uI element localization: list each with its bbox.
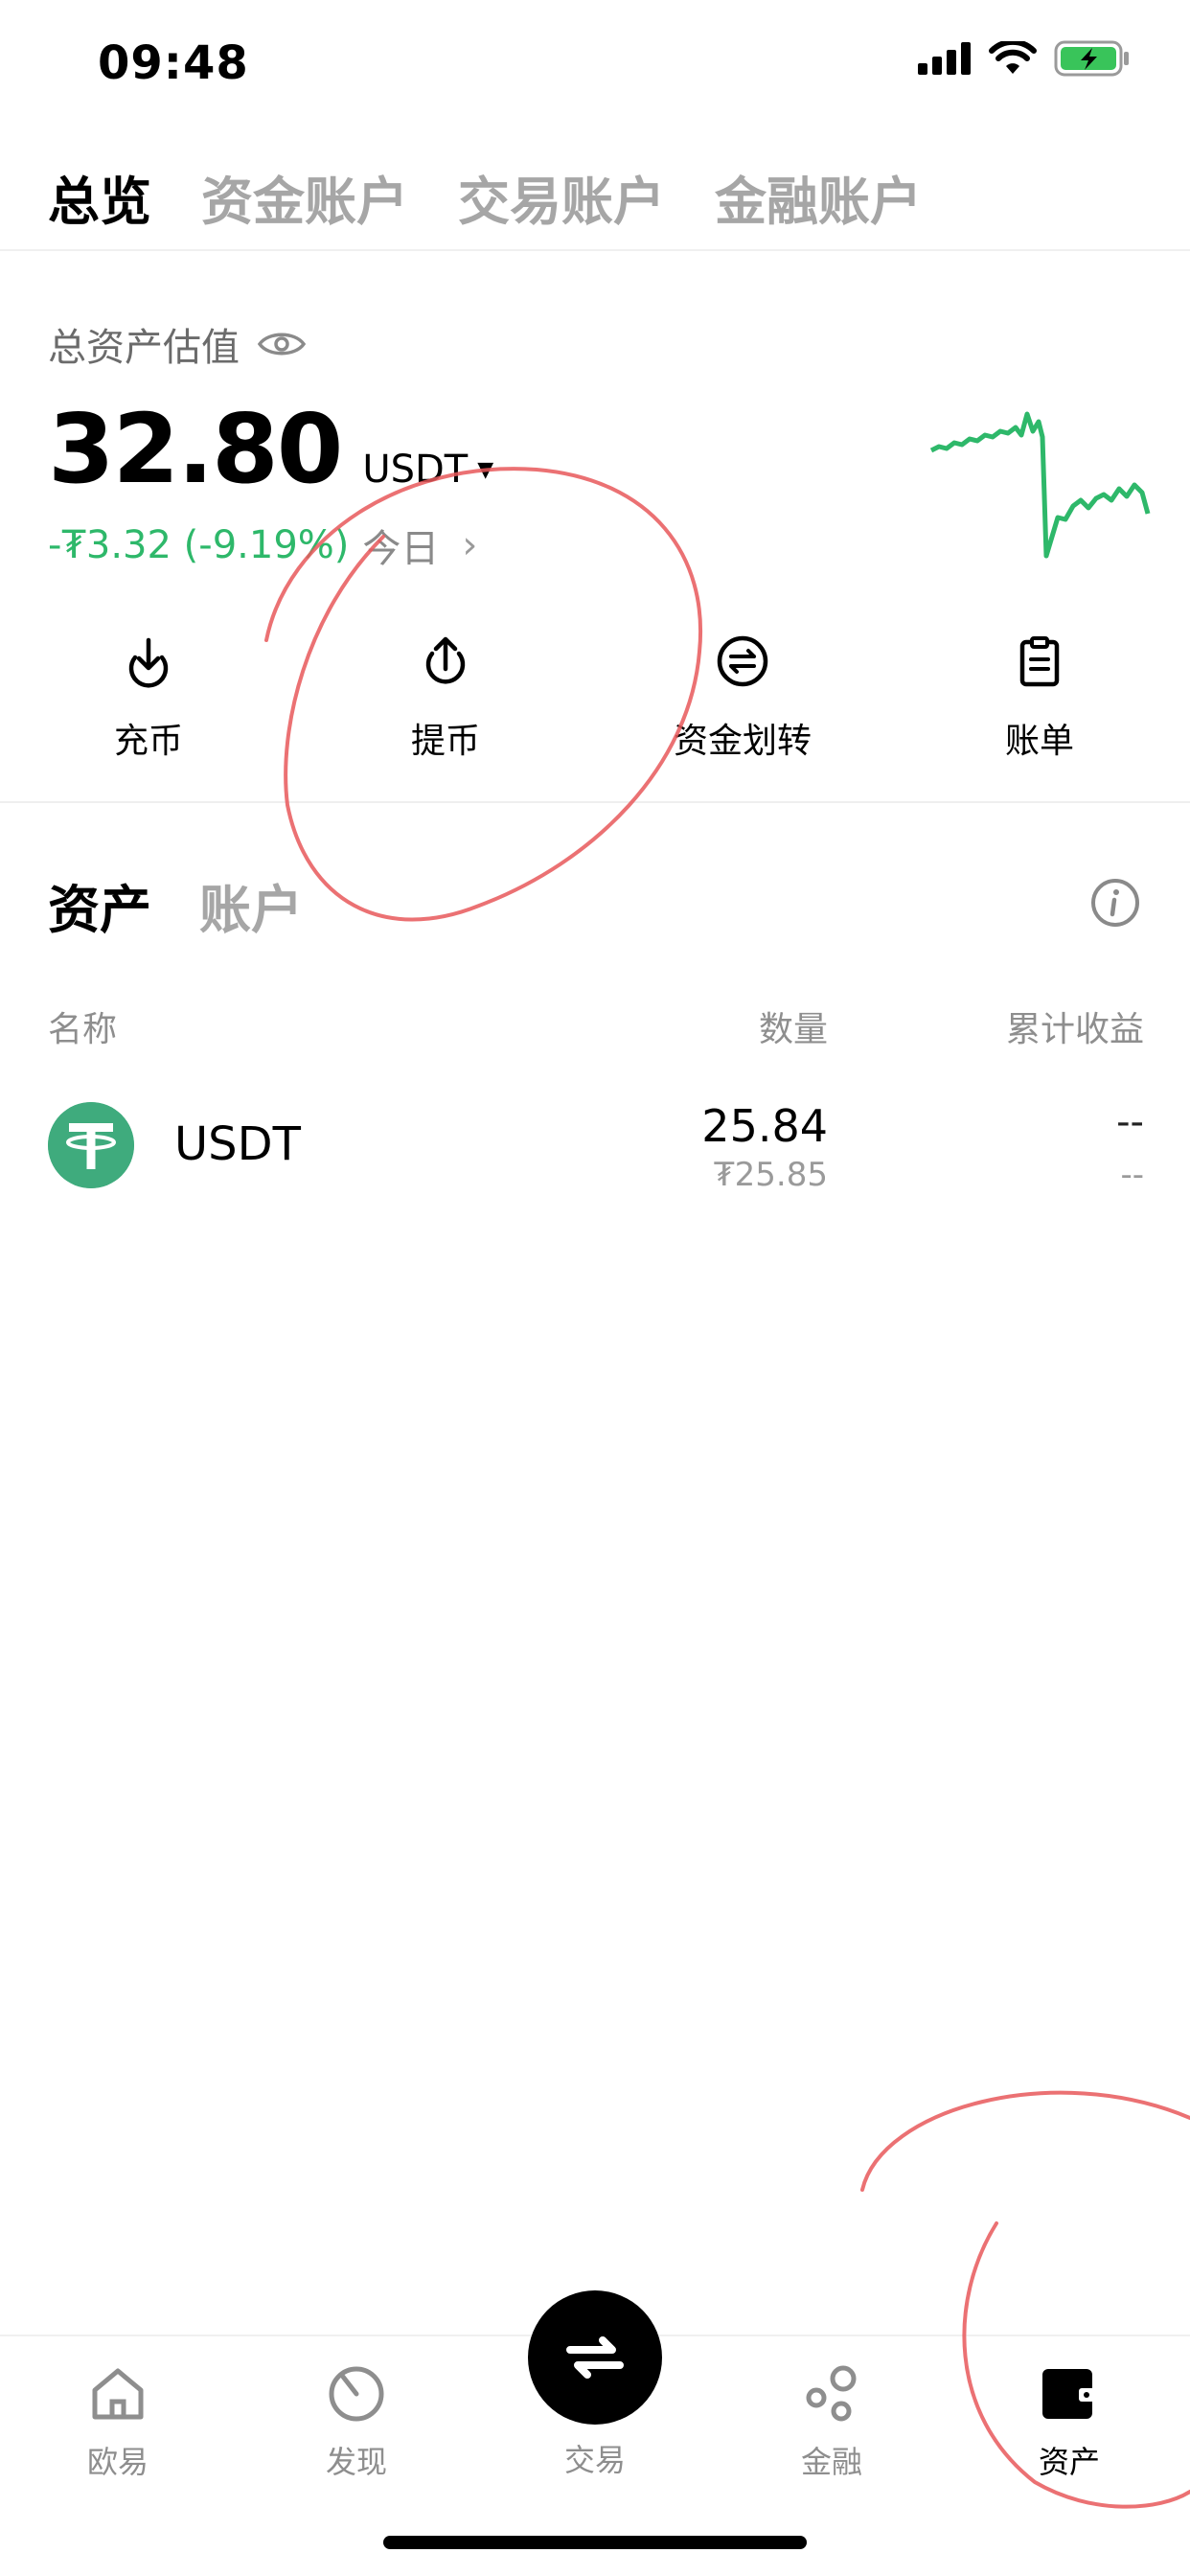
currency-selector[interactable]: USDT ▼ — [362, 448, 493, 492]
column-profit: 累计收益 — [1005, 1010, 1144, 1049]
asset-name: USDT — [174, 1117, 301, 1171]
chevron-right-icon: › — [462, 523, 478, 567]
tab-trading-account[interactable]: 交易账户 — [458, 159, 665, 235]
discover-icon — [329, 2366, 384, 2422]
withdraw-icon — [425, 636, 466, 684]
signal-icon — [918, 42, 971, 75]
nav-trade-label: 交易 — [563, 2442, 626, 2478]
wifi-icon — [989, 41, 1037, 74]
asset-overview: 总资产估值 32.80 USDT ▼ -₮3.32 (-9.19%) 今日 › — [48, 316, 1150, 571]
transfer-button[interactable]: 资金划转 — [594, 632, 891, 776]
nav-assets-label: 资产 — [1038, 2444, 1100, 2480]
nav-finance-label: 金融 — [800, 2444, 862, 2480]
asset-quantity: 25.84 — [701, 1100, 828, 1152]
column-name: 名称 — [48, 1010, 118, 1049]
asset-row-usdt[interactable]: USDT 25.84 ₮25.85 -- -- — [48, 1100, 1144, 1196]
info-icon[interactable] — [1088, 876, 1142, 930]
withdraw-button[interactable]: 提币 — [297, 632, 594, 776]
deposit-label: 充币 — [113, 722, 183, 761]
total-balance: 32.80 — [48, 393, 343, 505]
bill-label: 账单 — [1004, 722, 1074, 761]
swap-icon — [566, 2336, 624, 2379]
transfer-label: 资金划转 — [673, 722, 812, 761]
currency-label: USDT — [362, 448, 469, 492]
wallet-icon — [1042, 2369, 1096, 2419]
quick-actions: 充币 提币 资金划转 账单 — [0, 632, 1190, 776]
transfer-icon — [717, 635, 768, 687]
hand-drawn-annotation — [264, 467, 1190, 2509]
status-bar: 09:48 — [0, 0, 1190, 125]
status-time: 09:48 — [98, 36, 249, 90]
finance-icon — [806, 2365, 857, 2422]
deposit-icon — [128, 637, 169, 688]
caret-down-icon: ▼ — [477, 457, 494, 482]
nav-discover[interactable]: 发现 — [280, 2363, 433, 2482]
total-assets-label-row: 总资产估值 — [48, 316, 1150, 372]
change-value: -₮3.32 (-9.19%) — [48, 523, 350, 567]
eye-icon[interactable] — [257, 328, 307, 360]
tab-overview[interactable]: 总览 — [48, 159, 151, 235]
home-indicator — [383, 2536, 807, 2549]
asset-value: ₮25.85 — [714, 1156, 828, 1194]
deposit-button[interactable]: 充币 — [0, 632, 297, 776]
tab-finance-account[interactable]: 金融账户 — [715, 159, 922, 235]
bill-button[interactable]: 账单 — [891, 632, 1188, 776]
account-tabs: 总览 资金账户 交易账户 金融账户 — [0, 144, 1190, 251]
withdraw-label: 提币 — [410, 722, 480, 761]
status-icons — [918, 40, 1131, 77]
usdt-logo-icon — [48, 1102, 134, 1188]
asset-column-headers: 名称 数量 累计收益 — [48, 1001, 1144, 1049]
balance-row: 32.80 USDT ▼ — [48, 393, 493, 505]
total-assets-label: 总资产估值 — [48, 326, 240, 370]
balance-sparkline[interactable] — [926, 393, 1156, 565]
nav-discover-label: 发现 — [325, 2444, 387, 2480]
change-period: 今日 — [362, 527, 440, 571]
nav-home-label: 欧易 — [86, 2444, 149, 2480]
nav-home[interactable]: 欧易 — [41, 2363, 195, 2482]
asset-profit-sub: -- — [1120, 1156, 1144, 1194]
battery-icon — [1054, 40, 1129, 77]
daily-change[interactable]: -₮3.32 (-9.19%) 今日 › — [48, 518, 477, 573]
tab-funding-account[interactable]: 资金账户 — [201, 159, 408, 235]
tab-accounts[interactable]: 账户 — [199, 867, 303, 943]
home-icon — [92, 2368, 144, 2420]
nav-finance[interactable]: 金融 — [755, 2363, 908, 2482]
asset-section-tabs: 资产 账户 — [48, 867, 303, 943]
section-divider — [0, 801, 1190, 803]
asset-profit: -- — [1116, 1100, 1144, 1144]
column-quantity: 数量 — [758, 1010, 828, 1049]
nav-trade-button[interactable] — [528, 2290, 662, 2425]
nav-assets[interactable]: 资产 — [993, 2363, 1146, 2482]
sparkline-path — [929, 411, 1151, 559]
tab-assets[interactable]: 资产 — [48, 867, 151, 943]
bill-icon — [1019, 636, 1060, 687]
